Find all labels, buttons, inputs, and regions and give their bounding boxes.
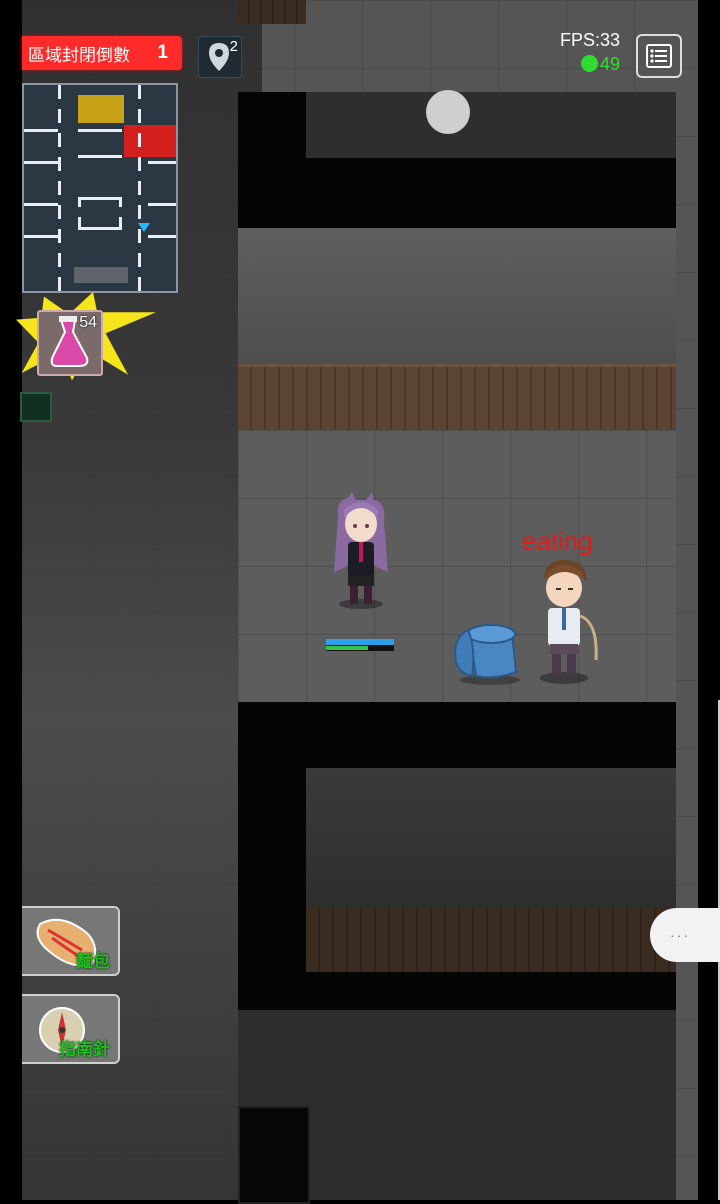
fps-readout: FPS:33 xyxy=(559,30,620,50)
menu-button[interactable] xyxy=(636,34,682,78)
skill-compass-button[interactable]: 指南針 xyxy=(22,994,120,1064)
skill-compass-label: 指南針 xyxy=(59,1040,110,1059)
exit-sign xyxy=(20,392,52,422)
wall-pillar xyxy=(238,1106,310,1204)
pin-count: 2 xyxy=(229,38,238,55)
potion-count: 54 xyxy=(79,314,97,331)
minimap[interactable] xyxy=(22,83,178,293)
player-health-bar xyxy=(326,639,394,651)
map-pin-button[interactable]: 2 xyxy=(198,36,242,78)
ping-readout: 49 xyxy=(560,54,620,75)
minimap-exit-zone xyxy=(74,267,128,283)
wall-bottom-room xyxy=(238,702,676,1012)
npc-status-label: eating xyxy=(522,526,593,556)
trash-can[interactable] xyxy=(450,618,528,686)
potion-item-slot[interactable]: 54 xyxy=(37,310,103,376)
minimap-closed-zone xyxy=(124,125,176,157)
chat-button[interactable]: ··· xyxy=(650,908,720,962)
list-icon xyxy=(646,44,672,68)
skill-bread-button[interactable]: 麵包 xyxy=(22,906,120,976)
wall-wainscot xyxy=(238,364,676,433)
wall-stub xyxy=(238,0,306,24)
countdown-label: 區域封閉倒數 xyxy=(28,45,130,65)
wall-face xyxy=(238,228,676,368)
ping-value: 49 xyxy=(599,54,620,74)
npc-character[interactable] xyxy=(534,556,604,686)
virtual-joystick[interactable] xyxy=(426,90,470,134)
countdown-value: 1 xyxy=(157,42,168,63)
player-character[interactable] xyxy=(328,492,394,610)
zone-closing-countdown: 區域封閉倒數 1 xyxy=(22,36,182,70)
minimap-safe-zone xyxy=(78,95,124,123)
connection-dot-icon xyxy=(580,55,598,72)
skill-bread-label: 麵包 xyxy=(76,952,110,971)
minimap-player-marker xyxy=(138,223,150,232)
